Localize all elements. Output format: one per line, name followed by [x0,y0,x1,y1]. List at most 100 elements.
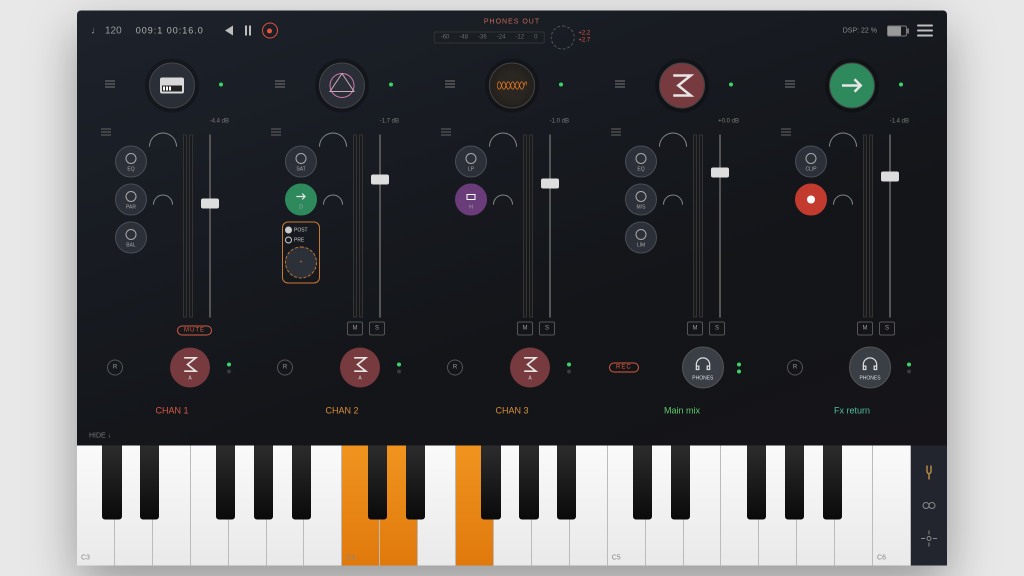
black-key[interactable] [254,446,273,520]
output-bus[interactable]: A [170,348,210,388]
send-knob[interactable] [319,190,347,218]
tempo-display[interactable]: ♩ 120 [91,25,122,36]
fader-thumb[interactable] [201,199,219,209]
pan-knob[interactable] [653,127,693,167]
fader[interactable] [711,135,729,318]
rec-circle[interactable]: R [277,360,293,376]
mute-toggle[interactable]: M [517,322,533,336]
fx-node[interactable]: LP [455,146,487,178]
channel-label[interactable]: Fx return [767,406,937,426]
fx-node[interactable] [795,184,827,216]
send-knob[interactable] [149,190,177,218]
rec-circle[interactable]: R [787,360,803,376]
fader-thumb[interactable] [541,178,559,188]
black-key[interactable] [633,446,652,520]
output-phones[interactable]: PHONES [682,347,724,389]
list-icon[interactable] [271,129,281,136]
menu-icon[interactable] [917,25,933,37]
list-icon[interactable] [785,81,795,88]
pan-knob[interactable] [483,127,523,167]
black-key[interactable] [406,446,425,520]
channel-label[interactable]: CHAN 3 [427,406,597,426]
fx-node[interactable]: BAL [115,222,147,254]
source-node[interactable] [149,63,195,109]
list-icon[interactable] [105,81,115,88]
fx-node[interactable]: EQ [115,146,147,178]
list-icon[interactable] [275,81,285,88]
fader-thumb[interactable] [371,175,389,185]
source-node[interactable] [659,63,705,109]
list-icon[interactable] [611,129,621,136]
fx-node[interactable]: D [285,184,317,216]
channel-label[interactable]: Main mix [597,406,767,426]
black-key[interactable] [747,446,766,520]
fx-node[interactable]: LIM [625,222,657,254]
fader[interactable] [541,135,559,318]
white-key[interactable]: C6 [873,446,911,566]
output-bus[interactable]: A [340,348,380,388]
black-key[interactable] [671,446,690,520]
black-key[interactable] [519,446,538,520]
rewind-button[interactable] [222,25,234,37]
mute-toggle[interactable]: M [687,322,703,336]
fx-node[interactable]: H [455,184,487,216]
rec-circle[interactable]: R [447,360,463,376]
black-key[interactable] [368,446,387,520]
solo-toggle[interactable]: S [369,322,385,336]
hide-keyboard-toggle[interactable]: HIDE ↓ [89,433,111,440]
fx-node[interactable]: SAT [285,146,317,178]
solo-toggle[interactable]: S [539,322,555,336]
rec-arm-button[interactable]: REC [609,363,639,373]
add-send-button[interactable]: + [285,247,317,279]
fader-thumb[interactable] [881,171,899,181]
black-key[interactable] [292,446,311,520]
fader[interactable] [371,135,389,318]
send-knob[interactable] [489,190,517,218]
scale-icon[interactable] [921,531,937,547]
fx-node[interactable]: EQ [625,146,657,178]
list-icon[interactable] [615,81,625,88]
source-node[interactable] [829,63,875,109]
solo-toggle[interactable]: S [709,322,725,336]
list-icon[interactable] [101,129,111,136]
source-node[interactable] [489,63,535,109]
mute-button[interactable]: MUTE [177,326,212,336]
solo-toggle[interactable]: S [879,322,895,336]
peak-knob[interactable] [550,26,574,50]
black-key[interactable] [140,446,159,520]
black-key[interactable] [481,446,500,520]
tempo-icon: ♩ [91,25,101,36]
tuning-fork-icon[interactable] [921,464,937,480]
output-phones[interactable]: PHONES [849,347,891,389]
channel-label[interactable]: CHAN 1 [87,406,257,426]
mute-toggle[interactable]: M [347,322,363,336]
chord-icon[interactable] [921,497,937,513]
mute-toggle[interactable]: M [857,322,873,336]
list-icon[interactable] [781,129,791,136]
black-key[interactable] [823,446,842,520]
list-icon[interactable] [441,129,451,136]
black-key[interactable] [216,446,235,520]
send-slot[interactable]: POST PRE + [282,222,320,284]
record-button[interactable] [262,23,278,39]
fader[interactable] [201,135,219,318]
fx-node[interactable]: M/S [625,184,657,216]
rec-circle[interactable]: R [107,360,123,376]
list-icon[interactable] [445,81,455,88]
fx-node[interactable]: CLIP [795,146,827,178]
black-key[interactable] [785,446,804,520]
send-knob[interactable] [829,190,857,218]
channel-label[interactable]: CHAN 2 [257,406,427,426]
output-bus[interactable]: A [510,348,550,388]
pause-button[interactable] [242,25,254,37]
send-knob[interactable] [659,190,687,218]
black-key[interactable] [557,446,576,520]
pan-knob[interactable] [823,127,863,167]
fader-thumb[interactable] [711,167,729,177]
fader[interactable] [881,135,899,318]
fx-node[interactable]: PAR [115,184,147,216]
pan-knob[interactable] [143,127,183,167]
source-node[interactable] [319,63,365,109]
pan-knob[interactable] [313,127,353,167]
black-key[interactable] [102,446,121,520]
